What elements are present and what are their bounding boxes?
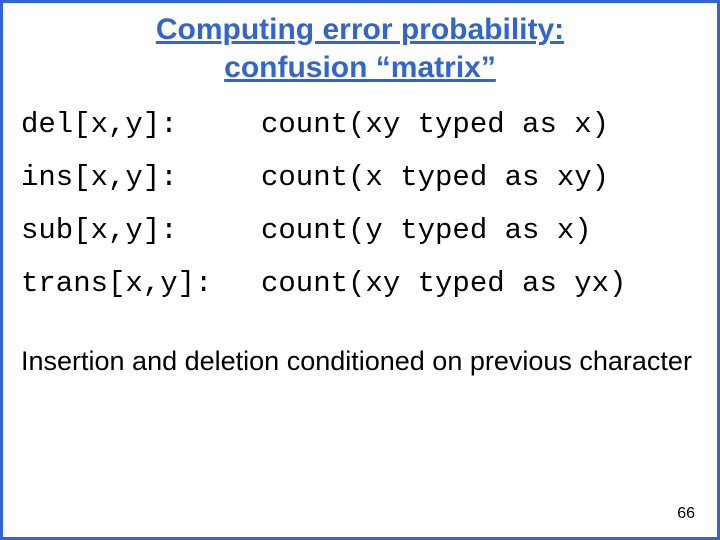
def-term: sub[x,y]: (21, 216, 261, 245)
def-term: trans[x,y]: (21, 269, 261, 298)
def-desc: count(xy typed as x) (261, 110, 699, 139)
def-desc: count(x typed as xy) (261, 163, 699, 192)
def-term: del[x,y]: (21, 110, 261, 139)
table-row: del[x,y]: count(xy typed as x) (21, 98, 699, 151)
table-row: ins[x,y]: count(x typed as xy) (21, 151, 699, 204)
page-number: 66 (677, 505, 695, 523)
title-line-2: confusion “matrix” (224, 51, 496, 84)
footnote-text: Insertion and deletion conditioned on pr… (3, 310, 717, 387)
title-line-1: Computing error probability: (156, 13, 564, 46)
table-row: sub[x,y]: count(y typed as x) (21, 204, 699, 257)
def-desc: count(xy typed as yx) (261, 269, 699, 298)
def-desc: count(y typed as x) (261, 216, 699, 245)
slide: Computing error probability: confusion “… (0, 0, 720, 540)
def-term: ins[x,y]: (21, 163, 261, 192)
definitions-table: del[x,y]: count(xy typed as x) ins[x,y]:… (3, 92, 717, 310)
slide-title: Computing error probability: confusion “… (3, 3, 717, 92)
table-row: trans[x,y]: count(xy typed as yx) (21, 257, 699, 310)
